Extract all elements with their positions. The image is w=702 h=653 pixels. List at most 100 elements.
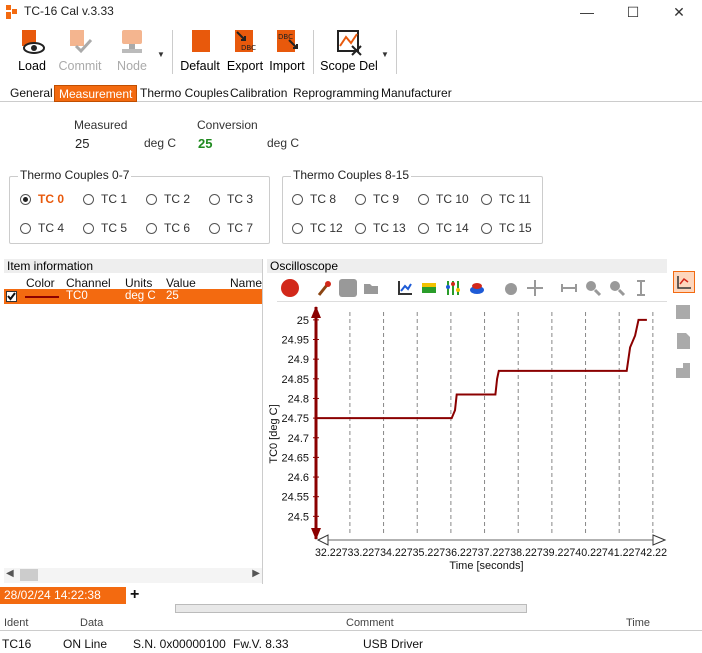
window-title: TC-16 Cal v.3.33	[24, 4, 114, 18]
scope-del-button[interactable]: Scope Del	[320, 28, 378, 78]
radio-tc2[interactable]: TC 2	[146, 192, 190, 206]
radio-tc4[interactable]: TC 4	[20, 221, 64, 235]
export-icon: DBC	[235, 30, 256, 52]
y-tick-label: 24.75	[281, 413, 309, 425]
node-dropdown-icon[interactable]: ▼	[157, 50, 165, 59]
y-tick-label: 24.8	[288, 393, 309, 405]
log-col-ident[interactable]: Ident	[4, 617, 28, 629]
radio-tc8[interactable]: TC 8	[292, 192, 336, 206]
radio-circle-icon	[83, 222, 94, 234]
svg-text:DBC: DBC	[241, 44, 256, 52]
col-channel[interactable]: Channel	[66, 276, 111, 290]
toolbar-separator	[172, 30, 173, 74]
radio-tc12[interactable]: TC 12	[292, 221, 343, 235]
export-button[interactable]: DBC Export	[226, 28, 264, 78]
scroll-thumb[interactable]	[20, 569, 38, 581]
zoom-in-icon[interactable]	[584, 279, 602, 297]
log-col-time[interactable]: Time	[626, 617, 650, 629]
measured-label: Measured	[74, 118, 128, 132]
folder-icon[interactable]	[362, 279, 380, 297]
log-splitter[interactable]	[175, 604, 527, 613]
col-name[interactable]: Name	[230, 276, 262, 290]
log-col-data[interactable]: Data	[80, 617, 103, 629]
log-col-comment[interactable]: Comment	[346, 617, 394, 629]
fit-width-icon[interactable]	[560, 279, 578, 297]
move-icon[interactable]	[526, 279, 544, 297]
oscilloscope-plot[interactable]: 25 24.95 24.9 24.85 24.8 24.75 24.7 24.65 24.6 24…	[265, 302, 668, 582]
y-axis-arrow	[311, 306, 321, 318]
conversion-label: Conversion	[197, 118, 258, 132]
add-tab-button[interactable]: +	[130, 586, 139, 604]
radio-tc15[interactable]: TC 15	[481, 221, 532, 235]
pan-icon[interactable]	[502, 279, 520, 297]
tab-calibration[interactable]: Calibration	[226, 85, 291, 102]
tab-manufacturer[interactable]: Manufacturer	[377, 85, 456, 102]
zoom-out-icon[interactable]	[608, 279, 626, 297]
radio-tc14[interactable]: TC 14	[418, 221, 469, 235]
fill-icon[interactable]	[420, 279, 438, 297]
side-tool-4-icon[interactable]	[673, 360, 695, 382]
radio-tc1[interactable]: TC 1	[83, 192, 127, 206]
radio-circle-icon	[355, 193, 366, 205]
y-tick-label: 24.9	[288, 354, 309, 366]
radio-tc13[interactable]: TC 13	[355, 221, 406, 235]
import-button[interactable]: DBC Import	[268, 28, 306, 78]
close-button[interactable]: ✕	[656, 0, 702, 24]
status-serial: S.N. 0x00000100	[133, 637, 226, 651]
import-icon: DBC	[277, 30, 298, 52]
radio-tc11[interactable]: TC 11	[481, 192, 531, 206]
radio-tc7[interactable]: TC 7	[209, 221, 253, 235]
scope-settings-icon[interactable]	[673, 271, 695, 293]
radio-tc10[interactable]: TC 10	[418, 192, 469, 206]
node-button[interactable]: Node	[112, 28, 152, 78]
record-icon[interactable]	[281, 279, 299, 297]
y-tick-label: 25	[297, 315, 309, 327]
default-button[interactable]: Default	[178, 28, 222, 78]
x-axis-label: Time [seconds]	[449, 560, 523, 572]
tab-measurement[interactable]: Measurement	[54, 85, 138, 102]
log-session-tab[interactable]: 28/02/24 14:22:38	[0, 587, 126, 604]
col-units[interactable]: Units	[125, 276, 152, 290]
y-tick-label: 24.6	[288, 472, 309, 484]
y-tick-label: 24.85	[281, 374, 309, 386]
minimize-button[interactable]: —	[564, 0, 610, 24]
item-information-panel	[0, 259, 263, 584]
brush-icon[interactable]	[315, 279, 333, 297]
scope-dropdown-icon[interactable]: ▼	[381, 50, 389, 59]
conversion-value: 25	[198, 136, 213, 151]
row-units: deg C	[125, 290, 156, 302]
radio-circle-icon	[355, 222, 366, 234]
row-checkbox[interactable]	[6, 291, 17, 302]
stop-icon[interactable]	[339, 279, 357, 297]
status-firmware: Fw.V. 8.33	[233, 637, 289, 651]
layers-icon[interactable]	[468, 279, 486, 297]
tab-thermo-couples[interactable]: Thermo Couples	[136, 85, 233, 102]
scroll-right-icon[interactable]: ▶	[252, 568, 260, 579]
radio-tc5[interactable]: TC 5	[83, 221, 127, 235]
radio-tc9[interactable]: TC 9	[355, 192, 399, 206]
app-logo-icon	[6, 5, 18, 19]
tab-reprogramming[interactable]: Reprogramming	[289, 85, 383, 102]
side-tool-3-icon[interactable]	[673, 331, 695, 353]
radio-tc3[interactable]: TC 3	[209, 192, 253, 206]
measured-value: 25	[75, 136, 90, 151]
axis-icon[interactable]	[396, 279, 414, 297]
bars-icon[interactable]	[444, 279, 462, 297]
scroll-left-icon[interactable]: ◀	[6, 568, 14, 579]
horizontal-scrollbar[interactable]: ◀ ▶	[4, 568, 262, 583]
oscilloscope-title: Oscilloscope	[267, 259, 667, 273]
radio-tc6[interactable]: TC 6	[146, 221, 190, 235]
col-value[interactable]: Value	[166, 276, 196, 290]
measured-unit: deg C	[144, 136, 177, 150]
radio-tc0[interactable]: TC 0	[20, 192, 64, 206]
radio-circle-icon	[481, 222, 492, 234]
col-color[interactable]: Color	[26, 276, 55, 290]
fit-height-icon[interactable]	[632, 279, 650, 297]
load-button[interactable]: Load	[12, 28, 52, 78]
status-device: TC16	[2, 637, 32, 651]
side-tool-2-icon[interactable]	[673, 302, 695, 324]
tab-general[interactable]: General	[6, 85, 57, 102]
maximize-button[interactable]: ☐	[610, 0, 656, 24]
commit-button[interactable]: Commit	[56, 28, 104, 78]
scope-icon	[337, 30, 362, 56]
